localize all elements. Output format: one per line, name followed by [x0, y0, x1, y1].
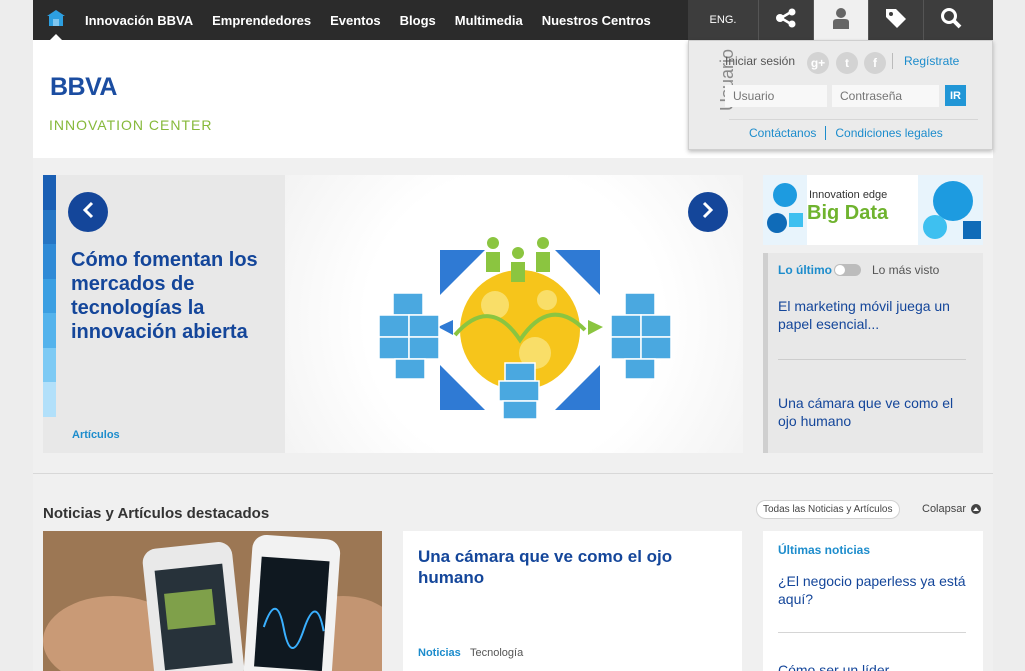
twitter-icon[interactable]: t: [836, 52, 858, 74]
stripe-segment: [43, 382, 56, 417]
user-icon: [832, 7, 850, 34]
user-button[interactable]: [813, 0, 868, 40]
chevron-up-icon: [971, 504, 982, 514]
innovation-center-label: INNOVATION CENTER: [49, 117, 213, 133]
nav-link-centros[interactable]: Nuestros Centros: [542, 13, 651, 28]
main-menu: Innovación BBVA Emprendedores Eventos Bl…: [85, 0, 670, 40]
collapse-label: Colapsar: [922, 503, 967, 515]
latest-news-divider: [778, 632, 966, 633]
carousel-prev-button[interactable]: [68, 192, 108, 232]
share-icon: [775, 8, 797, 33]
password-field[interactable]: [832, 85, 939, 107]
username-field[interactable]: [725, 85, 827, 107]
article-photo[interactable]: [43, 531, 382, 671]
latest-news-item[interactable]: ¿El negocio paperless ya está aquí?: [778, 572, 968, 608]
hero-category[interactable]: Artículos: [72, 429, 120, 441]
collapse-button[interactable]: Colapsar: [922, 503, 982, 515]
tag-icon: [884, 7, 908, 34]
banner-subtitle: Innovation edge: [809, 189, 888, 201]
search-icon: [940, 7, 962, 34]
article-title[interactable]: Una cámara que ve como el ojo humano: [418, 546, 718, 588]
chevron-right-icon: [701, 201, 715, 224]
latest-news-box: Últimas noticias ¿El negocio paperless y…: [763, 531, 983, 671]
hero-illustration[interactable]: [285, 175, 743, 453]
home-icon: [46, 9, 66, 32]
featured-article-card[interactable]: Una cámara que ve como el ojo humano Not…: [403, 531, 742, 671]
link-separator: [825, 126, 827, 140]
stripe-segment: [43, 209, 56, 244]
stripe-segment: [43, 313, 56, 348]
top-navigation: Innovación BBVA Emprendedores Eventos Bl…: [33, 0, 993, 40]
legal-link[interactable]: Condiciones legales: [835, 126, 942, 140]
home-button[interactable]: [33, 0, 79, 40]
bbva-logo[interactable]: BBVA: [50, 73, 117, 102]
stripe-segment: [43, 175, 56, 210]
user-login-panel: Usuario Iniciar sesión g+ t f Regístrate…: [688, 40, 993, 150]
nav-link-eventos[interactable]: Eventos: [330, 13, 381, 28]
share-button[interactable]: [758, 0, 813, 40]
stripe-segment: [43, 347, 56, 382]
widget-item[interactable]: El marketing móvil juega un papel esenci…: [778, 297, 973, 333]
register-link[interactable]: Regístrate: [904, 54, 959, 68]
latest-most-viewed-widget: Lo último Lo más visto El marketing móvi…: [763, 253, 983, 453]
open-innovation-illustration: [378, 237, 672, 420]
hero-text-panel: Cómo fomentan los mercados de tecnología…: [43, 175, 285, 453]
hero-color-stripe: [43, 175, 56, 453]
latest-news-item[interactable]: Cómo ser un líder: [778, 661, 968, 671]
nav-link-emprendedores[interactable]: Emprendedores: [212, 13, 311, 28]
widget-divider: [778, 359, 966, 360]
nav-link-blogs[interactable]: Blogs: [400, 13, 436, 28]
section-divider: [33, 473, 993, 474]
stripe-segment: [43, 278, 56, 313]
register-divider: [892, 53, 893, 69]
hero-title[interactable]: Cómo fomentan los mercados de tecnología…: [71, 248, 281, 344]
tab-most-viewed[interactable]: Lo más visto: [872, 263, 939, 277]
chevron-left-icon: [81, 201, 95, 224]
stripe-segment: [43, 416, 56, 451]
language-button[interactable]: ENG.: [688, 0, 758, 40]
carousel-next-button[interactable]: [688, 192, 728, 232]
widget-strip: [763, 253, 768, 453]
smartphones-image: [43, 531, 382, 671]
search-button[interactable]: [923, 0, 978, 40]
toolbar: ENG.: [688, 0, 993, 40]
latest-news-heading: Últimas noticias: [778, 543, 871, 557]
facebook-icon[interactable]: f: [864, 52, 886, 74]
article-tag[interactable]: Tecnología: [470, 647, 523, 659]
all-news-button[interactable]: Todas las Noticias y Artículos: [756, 500, 900, 519]
contact-link[interactable]: Contáctanos: [749, 126, 816, 140]
user-panel-label: Usuario: [717, 49, 737, 112]
login-label: Iniciar sesión: [725, 54, 796, 68]
google-plus-icon[interactable]: g+: [807, 52, 829, 74]
panel-links: Contáctanos Condiciones legales: [749, 126, 943, 140]
big-data-banner[interactable]: Innovation edge Big Data: [763, 175, 983, 245]
nav-link-multimedia[interactable]: Multimedia: [455, 13, 523, 28]
widget-item[interactable]: Una cámara que ve como el ojo humano: [778, 394, 973, 430]
section-title: Noticias y Artículos destacados: [43, 505, 270, 522]
login-submit-button[interactable]: IR: [945, 85, 966, 106]
tag-button[interactable]: [868, 0, 923, 40]
tab-latest[interactable]: Lo último: [778, 263, 832, 277]
panel-divider: [729, 119, 978, 120]
stripe-segment: [43, 244, 56, 279]
tab-toggle-switch[interactable]: [834, 264, 861, 276]
banner-title: Big Data: [807, 202, 889, 224]
hero-carousel: Cómo fomentan los mercados de tecnología…: [43, 175, 743, 453]
nav-link-innovacion[interactable]: Innovación BBVA: [85, 13, 193, 28]
article-category-link[interactable]: Noticias: [418, 647, 461, 659]
